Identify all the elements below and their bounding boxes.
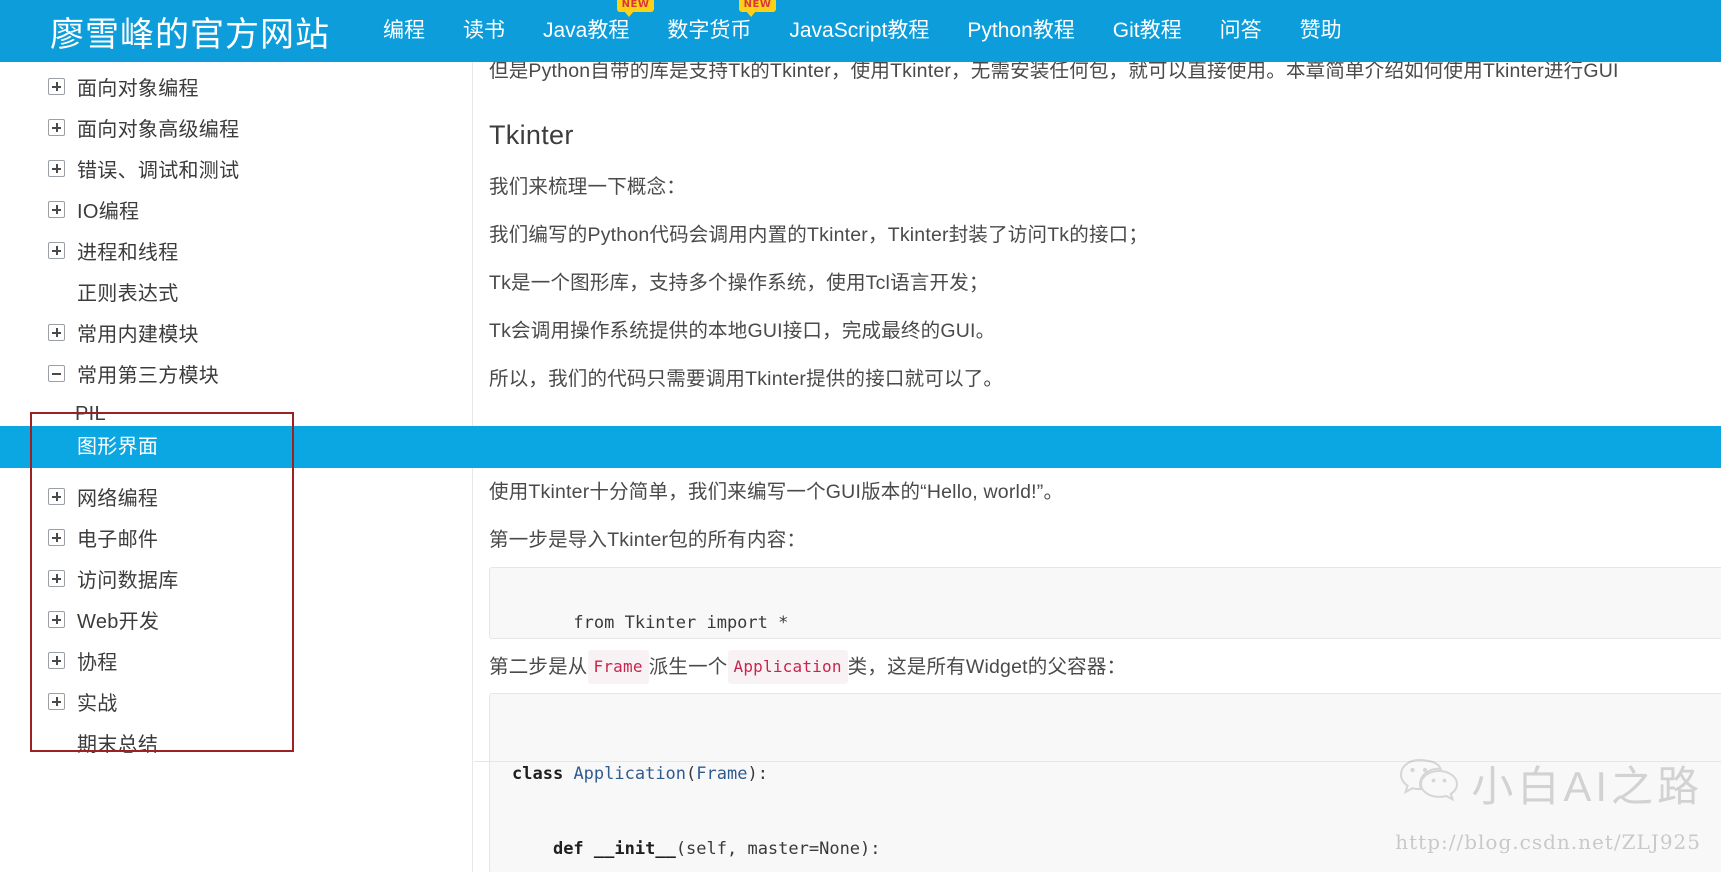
heading-tkinter: Tkinter [489,120,574,150]
expand-plus-icon[interactable] [48,242,65,259]
sidebar-item-error-debug-test[interactable]: 错误、调试和测试 [0,148,472,189]
expand-plus-icon[interactable] [48,160,65,177]
inline-code-application: Application [727,650,848,684]
sidebar-item-label: IO编程 [77,201,140,223]
expand-plus-icon[interactable] [48,324,65,341]
sidebar-item-label: 访问数据库 [77,570,179,592]
sidebar-item-web-development[interactable]: Web开发 [0,599,472,640]
nav-item-qa[interactable]: 问答 [1201,0,1281,62]
main-nav: 编程 读书 Java教程 NEW 数字货币 NEW JavaScript教程 P… [364,0,1361,62]
nav-item-python-tutorial[interactable]: Python教程 [948,0,1093,62]
nav-item-biancheng[interactable]: 编程 [364,0,444,62]
nav-item-javascript-tutorial[interactable]: JavaScript教程 [770,0,948,62]
code-text: from Tkinter import * [573,613,789,633]
nav-item-sponsor[interactable]: 赞助 [1281,0,1361,62]
sidebar-item-label: 错误、调试和测试 [77,160,240,182]
intro-paragraph: 但是Python自带的库是支持Tk的Tkinter，使用Tkinter，无需安装… [489,62,1619,82]
sidebar-item-label: 期末总结 [77,734,159,756]
code-block-application-class[interactable]: class Application(Frame): def __init__(s… [489,693,1721,872]
sidebar-item-email[interactable]: 电子邮件 [0,517,472,558]
expand-plus-icon[interactable] [48,78,65,95]
sidebar-item-label: Web开发 [77,611,160,633]
inline-code-frame: Frame [587,650,649,684]
sidebar-item-final-summary[interactable]: 期末总结 [0,722,472,763]
sidebar-item-label: 常用内建模块 [77,324,199,346]
sidebar-item-label: 进程和线程 [77,242,179,264]
collapse-minus-icon[interactable] [48,365,65,382]
paragraph-tk-graphics-lib: Tk是一个图形库，支持多个操作系统，使用Tcl语言开发； [489,272,989,294]
nav-label: Java教程 [543,19,630,42]
content-divider [474,761,1721,762]
expand-plus-icon[interactable] [48,529,65,546]
nav-label: 数字货币 [667,19,752,42]
nav-label: Git教程 [1112,19,1182,42]
code-line-2: def __init__(self, master=None): [552,839,881,859]
sidebar-item-label: 图形界面 [77,436,159,458]
sidebar-item-builtin-modules[interactable]: 常用内建模块 [0,312,472,353]
nav-item-git-tutorial[interactable]: Git教程 [1094,0,1201,62]
nav-label: JavaScript教程 [789,19,930,42]
paragraph-step-two: 第二步是从 Frame 派生一个 Application 类，这是所有Widge… [489,650,1126,684]
paragraph-hello-world: 使用Tkinter十分简单，我们来编写一个GUI版本的“Hello, world… [489,481,1064,503]
page-root: 廖雪峰的官方网站 编程 读书 Java教程 NEW 数字货币 NEW JavaS… [0,0,1721,872]
paragraph-conclusion: 所以，我们的代码只需要调用Tkinter提供的接口就可以了。 [489,368,1004,390]
sidebar-item-oop[interactable]: 面向对象编程 [0,66,472,107]
nav-label: 赞助 [1299,19,1342,42]
sidebar-item-regex[interactable]: 正则表达式 [0,271,472,312]
nav-item-java-tutorial[interactable]: Java教程 NEW [524,0,655,62]
code-line-1: class Application(Frame): [512,764,768,784]
sidebar-item-label: 面向对象高级编程 [77,119,240,141]
sidebar-item-label: PIL [75,403,106,425]
nav-item-dushu[interactable]: 读书 [444,0,524,62]
sidebar-item-label: 协程 [77,652,118,674]
expand-plus-icon[interactable] [48,119,65,136]
sidebar-item-coroutine[interactable]: 协程 [0,640,472,681]
site-brand[interactable]: 廖雪峰的官方网站 [50,7,330,56]
paragraph-step-one: 第一步是导入Tkinter包的所有内容： [489,529,807,551]
paragraph-tk-native-gui: Tk会调用操作系统提供的本地GUI接口，完成最终的GUI。 [489,320,996,342]
sidebar-item-label: 常用第三方模块 [77,365,220,387]
step-two-text-before: 第二步是从 [489,656,588,678]
sidebar-item-process-thread[interactable]: 进程和线程 [0,230,472,271]
paragraph-concepts-intro: 我们来梳理一下概念： [489,176,687,198]
sidebar-item-network-programming[interactable]: 网络编程 [0,476,472,517]
sidebar-item-advanced-oop[interactable]: 面向对象高级编程 [0,107,472,148]
nav-label: 问答 [1219,19,1262,42]
nav-label: 读书 [463,19,505,42]
expand-plus-icon[interactable] [48,488,65,505]
nav-label: 编程 [383,19,425,42]
expand-plus-icon[interactable] [48,693,65,710]
expand-plus-icon[interactable] [48,611,65,628]
code-block-import[interactable]: from Tkinter import * [489,567,1721,639]
expand-plus-icon[interactable] [48,570,65,587]
sidebar-item-practice[interactable]: 实战 [0,681,472,722]
sidebar-item-label: 面向对象编程 [77,78,199,100]
sidebar-item-third-party-modules[interactable]: 常用第三方模块 [0,353,472,394]
sidebar-item-label: 电子邮件 [77,529,159,551]
sidebar-item-label: 实战 [77,693,118,715]
sidebar-tree: 面向对象编程 面向对象高级编程 错误、调试和测试 IO编程 进程和线程 正则表达… [0,62,472,763]
sidebar-item-database-access[interactable]: 访问数据库 [0,558,472,599]
nav-label: Python教程 [967,19,1075,42]
paragraph-python-calls-tkinter: 我们编写的Python代码会调用内置的Tkinter，Tkinter封装了访问T… [489,224,1149,246]
site-header: 廖雪峰的官方网站 编程 读书 Java教程 NEW 数字货币 NEW JavaS… [0,0,1721,62]
sidebar-item-io-programming[interactable]: IO编程 [0,189,472,230]
step-two-text-after: 类，这是所有Widget的父容器： [847,656,1127,678]
expand-plus-icon[interactable] [48,201,65,218]
sidebar-item-label: 正则表达式 [77,283,179,305]
step-two-text-mid: 派生一个 [648,656,728,678]
sidebar-item-label: 网络编程 [77,488,159,510]
expand-plus-icon[interactable] [48,652,65,669]
sidebar-item-gui-active[interactable]: 图形界面 [0,426,1721,468]
nav-item-digital-currency[interactable]: 数字货币 NEW [648,0,777,62]
